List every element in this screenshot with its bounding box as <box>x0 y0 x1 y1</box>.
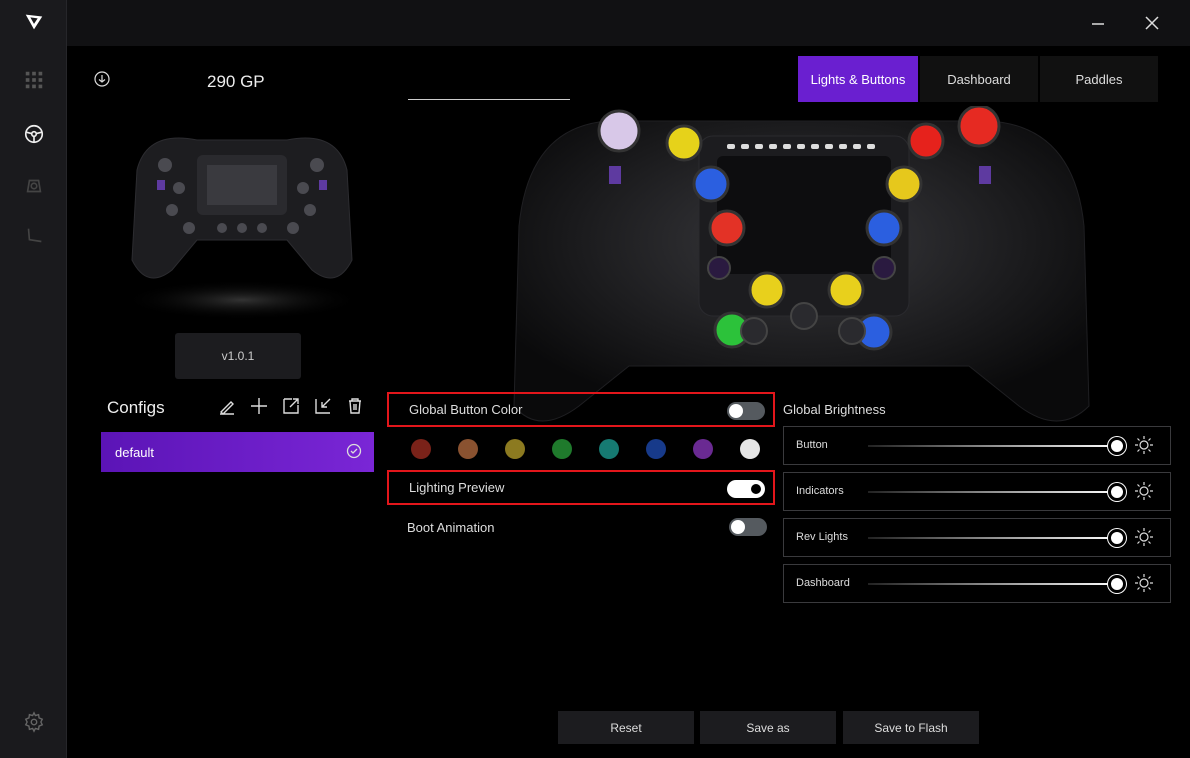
close-icon[interactable] <box>1137 8 1167 38</box>
logo-icon[interactable] <box>22 10 46 34</box>
brightness-row-dashboard: Dashboard <box>783 564 1171 603</box>
color-swatch-dark-red[interactable] <box>411 439 431 459</box>
global-brightness-label: Global Brightness <box>783 402 886 417</box>
lighting-preview-label: Lighting Preview <box>409 480 505 495</box>
global-button-color-row: Global Button Color <box>387 392 775 427</box>
tab-underline <box>408 99 570 100</box>
color-swatch-olive[interactable] <box>505 439 525 459</box>
device-name: 290 GP <box>207 72 265 91</box>
slider-track[interactable] <box>868 583 1116 585</box>
brightness-row-indicators: Indicators <box>783 472 1171 511</box>
delete-icon[interactable] <box>345 396 365 421</box>
slider-handle[interactable] <box>1108 529 1126 547</box>
configs-label: Configs <box>107 398 165 417</box>
lighting-preview-toggle[interactable] <box>727 480 765 498</box>
color-swatch-brown[interactable] <box>458 439 478 459</box>
export-icon[interactable] <box>281 396 301 421</box>
seat-icon[interactable] <box>22 224 46 248</box>
global-button-color-label: Global Button Color <box>409 402 523 417</box>
slider-handle[interactable] <box>1108 483 1126 501</box>
side-rail <box>0 0 67 758</box>
selected-check-icon <box>346 443 362 462</box>
boot-animation-label: Boot Animation <box>407 520 495 535</box>
brightness-row-rev-lights: Rev Lights <box>783 518 1171 557</box>
title-bar <box>67 0 1190 46</box>
config-item-label: default <box>115 444 155 460</box>
device-thumbnail <box>122 137 362 320</box>
tab-bar: Lights & Buttons Dashboard Paddles <box>798 56 1158 102</box>
color-swatch-blue[interactable] <box>646 439 666 459</box>
brightness-label: Button <box>796 439 828 451</box>
brightness-sun-icon <box>1134 527 1154 552</box>
config-toolbar <box>217 396 365 421</box>
boot-animation-toggle[interactable] <box>729 518 767 536</box>
tab-paddles[interactable]: Paddles <box>1040 56 1158 102</box>
color-swatch-teal[interactable] <box>599 439 619 459</box>
color-swatch-green[interactable] <box>552 439 572 459</box>
slider-track[interactable] <box>868 445 1116 447</box>
steering-wheel-preview <box>513 106 1090 422</box>
pedals-icon[interactable] <box>22 174 46 198</box>
reset-button[interactable]: Reset <box>558 711 694 744</box>
color-swatch-white[interactable] <box>740 439 760 459</box>
color-swatches <box>411 439 760 459</box>
lighting-preview-row: Lighting Preview <box>387 470 775 505</box>
apps-grid-icon[interactable] <box>22 68 46 92</box>
save-to-flash-button[interactable]: Save to Flash <box>843 711 979 744</box>
add-icon[interactable] <box>249 396 269 421</box>
config-item-default[interactable]: default <box>101 432 374 472</box>
tab-lights-buttons[interactable]: Lights & Buttons <box>798 56 918 102</box>
slider-track[interactable] <box>868 491 1116 493</box>
firmware-version: v1.0.1 <box>175 333 301 379</box>
save-as-button[interactable]: Save as <box>700 711 836 744</box>
brightness-sun-icon <box>1134 573 1154 598</box>
brightness-label: Dashboard <box>796 577 850 589</box>
download-icon[interactable] <box>94 71 110 92</box>
steering-wheel-icon[interactable] <box>22 122 46 146</box>
brightness-label: Indicators <box>796 485 844 497</box>
minimize-icon[interactable] <box>1083 8 1113 38</box>
boot-animation-row: Boot Animation <box>387 510 775 545</box>
brightness-row-button: Button <box>783 426 1171 465</box>
tab-dashboard[interactable]: Dashboard <box>920 56 1038 102</box>
edit-icon[interactable] <box>217 396 237 421</box>
color-swatch-purple[interactable] <box>693 439 713 459</box>
main-panel: 290 GP v1.0.1 Configs default Lights & B… <box>67 46 1190 758</box>
slider-handle[interactable] <box>1108 437 1126 455</box>
global-button-color-toggle[interactable] <box>727 402 765 420</box>
brightness-label: Rev Lights <box>796 531 848 543</box>
brightness-sun-icon <box>1134 481 1154 506</box>
slider-track[interactable] <box>868 537 1116 539</box>
settings-gear-icon[interactable] <box>22 710 46 734</box>
brightness-sun-icon <box>1134 435 1154 460</box>
import-icon[interactable] <box>313 396 333 421</box>
slider-handle[interactable] <box>1108 575 1126 593</box>
